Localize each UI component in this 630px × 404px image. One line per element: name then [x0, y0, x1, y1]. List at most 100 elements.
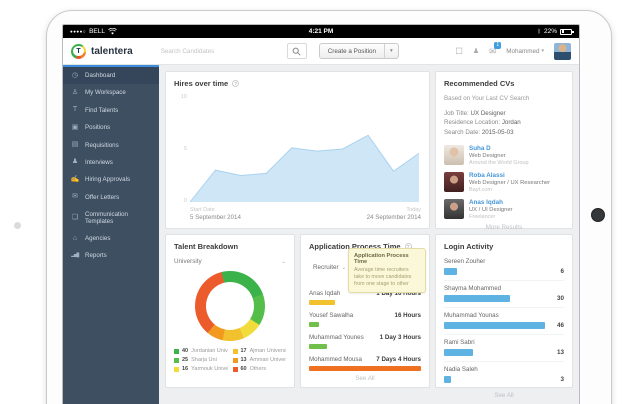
candidate-name-link[interactable]: Anas Iqdah [469, 199, 513, 206]
bar-track [444, 376, 545, 383]
sidebar-item-requisitions[interactable]: ▤ Requisitions [63, 137, 159, 154]
building-icon: ⌂ [72, 234, 78, 242]
chevron-down-icon[interactable]: ▾ [384, 44, 398, 58]
legend-swatch [232, 366, 238, 372]
start-label: Start Date [190, 207, 215, 213]
ios-status-bar: ●●●●○ BELL 4:21 PM ᛒ 22% [63, 25, 579, 38]
duration-bar [309, 322, 320, 327]
legend-item: 25 Sharja Uni [174, 357, 228, 363]
person-icon[interactable]: ♟ [473, 47, 479, 55]
bar-track [444, 349, 545, 356]
user-name: Nadia Saleh [444, 366, 478, 373]
briefcase-icon: ▣ [71, 123, 79, 131]
legend-swatch [174, 348, 179, 354]
process-duration: 7 Days 4 Hours [376, 356, 421, 363]
candidate-name-link[interactable]: Suha D [469, 145, 529, 152]
x-axis-start: Start Date 5 September 2014 [190, 207, 241, 221]
user-menu[interactable]: Mohammed ▾ [506, 48, 544, 55]
process-row: Mohammed Mousa 7 Days 4 Hours [309, 356, 421, 371]
login-rows: Sereen Zouher 6 Shayma Mohammed 30 Muham… [444, 254, 564, 388]
more-results-link[interactable]: More Results [444, 220, 564, 231]
sidebar-item-label: Offer Letters [85, 193, 120, 201]
sidebar-item-hiring-approvals[interactable]: ✍ Hiring Approvals [63, 171, 159, 188]
recommended-subtitle: Based on Your Last CV Search [444, 95, 530, 102]
sidebar-item-label: Communication Templates [85, 210, 128, 226]
candidate-company: Bayt.com [469, 186, 492, 193]
candidate-row: Roba Alassi Web Designer / UX Researcher… [444, 171, 564, 193]
bar-chart-icon: ▂▅█ [71, 252, 79, 258]
talentera-logo-icon[interactable]: T [71, 43, 86, 59]
sidebar-item-offer-letters[interactable]: ✉ Offer Letters [63, 189, 159, 206]
create-position-label: Create a Position [327, 47, 376, 55]
hires-area-chart: 10 5 0 [181, 94, 419, 204]
recruiter-name: Yousef Sawalha [309, 312, 354, 319]
chevron-down-icon: ⌄ [281, 258, 286, 265]
template-icon: ❏ [71, 213, 79, 221]
bar-track [444, 322, 545, 329]
sidebar-item-reports[interactable]: ▂▅█ Reports [63, 247, 159, 263]
candidate-info: Roba Alassi Web Designer / UX Researcher… [469, 172, 550, 193]
create-position-button[interactable]: Create a Position ▾ [318, 43, 399, 59]
university-filter-select[interactable]: University ⌄ [174, 258, 286, 265]
see-all-link[interactable]: See All [444, 388, 564, 399]
app-body: ◷ Dashboard ♙ My Workspace T Find Talent… [63, 65, 579, 404]
tablet-frame: ●●●●○ BELL 4:21 PM ᛒ 22% T talentera Sea… [46, 10, 612, 404]
sidebar-item-communication-templates[interactable]: ❏ Communication Templates [63, 206, 159, 230]
sidebar-item-label: Positions [85, 124, 111, 132]
sidebar-item-dashboard[interactable]: ◷ Dashboard [63, 67, 159, 85]
x-axis-end: Today 24 September 2014 [367, 207, 421, 221]
see-all-link[interactable]: See All [309, 371, 421, 382]
legend-swatch [174, 357, 179, 363]
mail-icon[interactable]: ✉ 1 [489, 41, 502, 57]
tablet-screen: ●●●●○ BELL 4:21 PM ᛒ 22% T talentera Sea… [62, 24, 580, 404]
brand-name: talentera [91, 45, 133, 57]
candidate-row: Anas Iqdah UX / UI Designer Freelancer [444, 198, 564, 220]
login-title: Login Activity [444, 242, 494, 251]
login-activity-card: Login Activity Sereen Zouher 6 Shayma Mo… [435, 234, 573, 399]
search-button[interactable] [286, 43, 307, 59]
sidebar-item-find-talents[interactable]: T Find Talents [63, 102, 159, 119]
workspace-icon: ♙ [71, 88, 79, 96]
login-row: Nadia Saleh 3 [444, 362, 564, 388]
area-fill [190, 135, 419, 202]
bluetooth-icon: ᛒ [537, 28, 541, 35]
candidate-title: Web Designer / UX Researcher [469, 179, 551, 186]
user-avatar[interactable] [554, 42, 571, 60]
search-area [160, 43, 307, 59]
y-axis-tick: 5 [183, 146, 187, 152]
status-left: ●●●●○ BELL [70, 28, 117, 35]
recruiter-name: Muhammad Younes [309, 334, 364, 341]
legend-item: 17 Ajman University [232, 348, 286, 354]
sidebar-item-agencies[interactable]: ⌂ Agencies [63, 230, 159, 247]
sidebar-item-label: Find Talents [85, 106, 119, 114]
sidebar-item-interviews[interactable]: ♟ Interviews [63, 154, 159, 171]
login-count-bar [444, 376, 451, 383]
candidate-name-link[interactable]: Roba Alassi [469, 172, 550, 179]
legend-item: 16 Yarmouk University [174, 366, 228, 372]
card-title-row: Hires over time ? [174, 79, 421, 88]
sidebar-item-label: Reports [85, 251, 107, 259]
sidebar-item-positions[interactable]: ▣ Positions [63, 119, 159, 136]
sidebar-item-label: My Workspace [85, 89, 126, 97]
candidate-title: UX / UI Designer [469, 206, 513, 213]
filter-value: Recruiter [313, 264, 339, 271]
sidebar-item-my-workspace[interactable]: ♙ My Workspace [63, 84, 159, 101]
candidate-row: Suha D Web Designer Around the World Gro… [444, 144, 564, 166]
wifi-icon [108, 28, 117, 35]
legend-swatch [232, 357, 238, 363]
recruiter-name: Mohammed Mousa [309, 356, 362, 363]
clipboard-icon[interactable]: ☐ [455, 46, 463, 57]
legend-swatch [232, 348, 238, 354]
login-count: 13 [556, 349, 564, 356]
home-button[interactable] [591, 208, 605, 222]
process-time-tooltip: Application Process Time Average time re… [348, 248, 426, 294]
search-input[interactable] [160, 47, 251, 55]
info-icon[interactable]: ? [232, 80, 240, 87]
login-count-bar [444, 349, 473, 356]
hires-over-time-card: Hires over time ? 10 5 0 Start Date 5 Se… [165, 71, 430, 229]
start-date: 5 September 2014 [190, 214, 241, 221]
candidate-avatar [444, 144, 464, 165]
dashboard-main: Hires over time ? 10 5 0 Start Date 5 Se… [159, 65, 579, 404]
user-name: Shayma Mohammed [444, 285, 502, 292]
tooltip-title: Application Process Time [354, 253, 409, 265]
